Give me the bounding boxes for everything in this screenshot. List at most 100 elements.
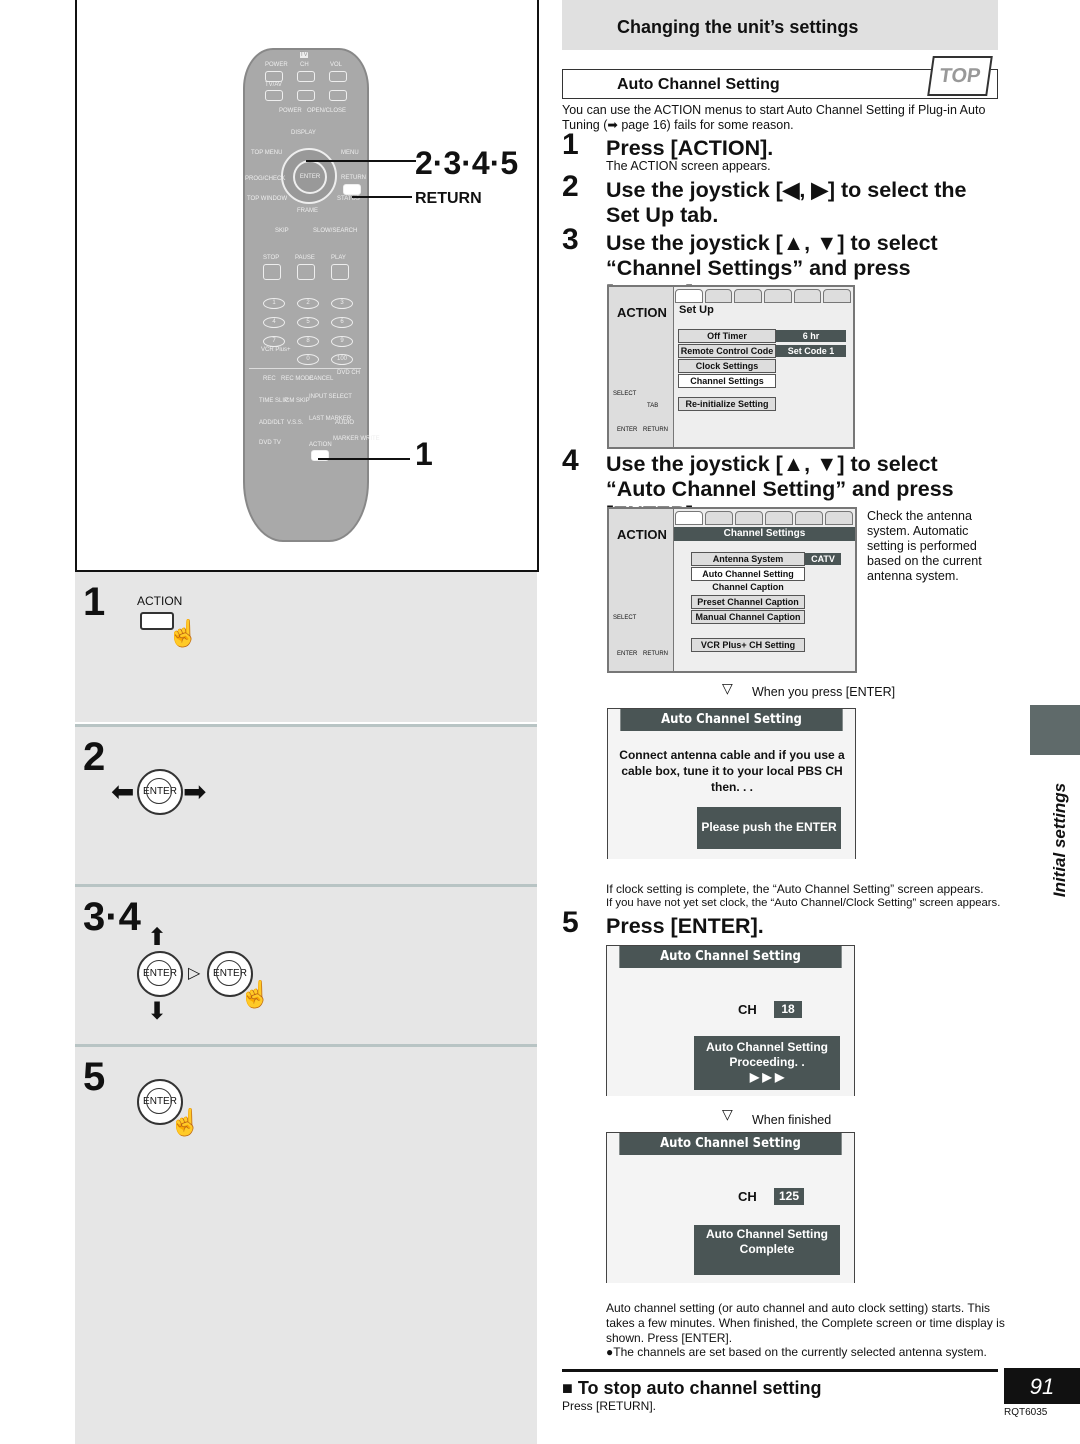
- nav-select-label: SELECT: [613, 615, 637, 621]
- action-menu-setup-screen: ACTION SELECT TAB ENTER RETURN Set Up Of…: [607, 285, 855, 449]
- screen-title: Channel Settings: [674, 527, 855, 541]
- ch-down-button[interactable]: [297, 90, 315, 101]
- tab[interactable]: [704, 289, 733, 303]
- num-1-button[interactable]: 1: [263, 298, 285, 309]
- play-button[interactable]: [331, 264, 349, 280]
- proceeding-box: Auto Channel Setting Proceeding. . ▶ ▶ ▶: [694, 1036, 840, 1090]
- tvav-button[interactable]: [265, 90, 283, 101]
- tab-setup[interactable]: [675, 289, 703, 303]
- num-8-button[interactable]: 8: [297, 336, 319, 347]
- num-7-button[interactable]: 7: [263, 336, 285, 347]
- dialog-title: Auto Channel Setting: [619, 946, 842, 968]
- stop-button[interactable]: [263, 264, 281, 280]
- callout-line: [318, 458, 410, 460]
- num-9-button[interactable]: 9: [331, 336, 353, 347]
- pause-label: PAUSE: [295, 255, 315, 261]
- vcrplus-label: VCR Plus+: [261, 347, 291, 353]
- num-6-button[interactable]: 6: [331, 317, 353, 328]
- section-side-tab: [1030, 705, 1080, 755]
- push-enter-prompt[interactable]: Please push the ENTER key.: [697, 807, 841, 874]
- joystick[interactable]: ENTER: [281, 148, 337, 204]
- adddlt-label: ADD/DLT: [259, 420, 285, 426]
- return-button[interactable]: [343, 184, 361, 195]
- remote-code-value: Set Code 1: [776, 345, 846, 357]
- tab[interactable]: [795, 511, 823, 525]
- topwindow-label: TOP WINDOW: [247, 196, 288, 202]
- tab[interactable]: [765, 511, 793, 525]
- ch-up-button[interactable]: [297, 71, 315, 82]
- num-0-button[interactable]: 0: [297, 354, 319, 365]
- divider: [562, 1369, 998, 1372]
- menu-item-reinitialize[interactable]: Re-initialize Setting: [678, 397, 776, 411]
- menu-item-clock-settings[interactable]: Clock Settings: [678, 359, 776, 373]
- menu-item-preset-caption[interactable]: Preset Channel Caption: [691, 595, 805, 609]
- tab[interactable]: [825, 511, 853, 525]
- menu-item-remote-code[interactable]: Remote Control Code: [678, 344, 776, 358]
- divider: [249, 368, 361, 369]
- num-2-button[interactable]: 2: [297, 298, 319, 309]
- step-title: Use the joystick [◀, ▶] to select the Se…: [606, 178, 967, 227]
- num-100-button[interactable]: 100: [331, 354, 353, 365]
- action-label: ACTION: [309, 442, 332, 448]
- frame-label: FRAME: [297, 208, 318, 214]
- menu-item-auto-channel-setting[interactable]: Auto Channel Setting: [691, 567, 805, 581]
- step-title: Press [ACTION].: [606, 136, 774, 160]
- vol-up-button[interactable]: [329, 71, 347, 82]
- tab-setup[interactable]: [675, 511, 703, 525]
- step-number: 1: [83, 580, 106, 624]
- return-label: RETURN: [341, 175, 366, 181]
- when-finished-text: When finished: [752, 1113, 832, 1127]
- top-logo: TOP: [927, 56, 993, 96]
- power-button[interactable]: [265, 71, 283, 82]
- num-3-button[interactable]: 3: [331, 298, 353, 309]
- tab[interactable]: [764, 289, 792, 303]
- left-step-1: 1 ACTION ☝: [75, 572, 537, 722]
- tab[interactable]: [734, 289, 763, 303]
- dialog-title: Auto Channel Setting: [620, 709, 843, 731]
- menu-item-off-timer[interactable]: Off Timer: [678, 329, 776, 343]
- osd-sidebar: ACTION SELECT ENTER RETURN: [609, 509, 674, 671]
- tab[interactable]: [823, 289, 852, 303]
- action-title: ACTION: [617, 527, 667, 542]
- auto-channel-complete-screen: Auto Channel Setting CH 125 Auto Channel…: [606, 1132, 855, 1283]
- vol-label: VOL: [330, 62, 343, 68]
- nav-return-label: RETURN: [643, 651, 668, 657]
- menu-label: MENU: [341, 150, 359, 156]
- cancel-label: CANCEL: [309, 376, 334, 382]
- vol-down-button[interactable]: [329, 90, 347, 101]
- enter-button[interactable]: ENTER: [293, 160, 327, 194]
- left-step-3-4: 3·4 ⬆ ENTER ⬇ ▷ ENTER ☝: [75, 884, 537, 1045]
- page-header: Changing the unit’s settings: [562, 0, 998, 50]
- num-4-button[interactable]: 4: [263, 317, 285, 328]
- topmenu-label: TOP MENU: [251, 150, 283, 156]
- hand-pointer-icon: ☝: [169, 1107, 202, 1137]
- down-triangle-icon: ▽: [722, 680, 733, 696]
- ch-label: CH: [738, 1189, 757, 1204]
- tab[interactable]: [705, 511, 733, 525]
- progress-arrows: ▶ ▶ ▶: [749, 1070, 785, 1084]
- action-button-label: ACTION: [137, 594, 183, 608]
- enter-label: ENTER: [143, 786, 177, 797]
- ch-label: CH: [738, 1002, 757, 1017]
- pause-button[interactable]: [297, 264, 315, 280]
- dialog-title: Auto Channel Setting: [619, 1133, 842, 1155]
- menu-item-vcrplus-ch[interactable]: VCR Plus+ CH Setting: [691, 638, 805, 652]
- stop-heading: ■ To stop auto channel setting: [562, 1378, 822, 1398]
- tvav-label: TV/AV: [265, 82, 282, 88]
- menu-item-manual-caption[interactable]: Manual Channel Caption: [691, 610, 805, 624]
- hand-pointer-icon: ☝: [239, 979, 272, 1009]
- rec-label: REC: [263, 376, 276, 382]
- menu-item-channel-settings[interactable]: Channel Settings: [678, 374, 776, 388]
- tab[interactable]: [735, 511, 763, 525]
- enter-label: ENTER: [213, 968, 247, 979]
- num-5-button[interactable]: 5: [297, 317, 319, 328]
- enter-label: ENTER: [143, 968, 177, 979]
- osd-tabs: [675, 511, 853, 525]
- tab[interactable]: [793, 289, 822, 303]
- menu-item-antenna-system[interactable]: Antenna System: [691, 552, 805, 566]
- callout-line: [352, 196, 412, 198]
- progcheck-label: PROG/CHECK: [245, 176, 286, 182]
- vss-label: V.S.S.: [287, 420, 304, 426]
- play-label: PLAY: [331, 255, 346, 261]
- arrow-down-icon: ⬇: [147, 998, 168, 1025]
